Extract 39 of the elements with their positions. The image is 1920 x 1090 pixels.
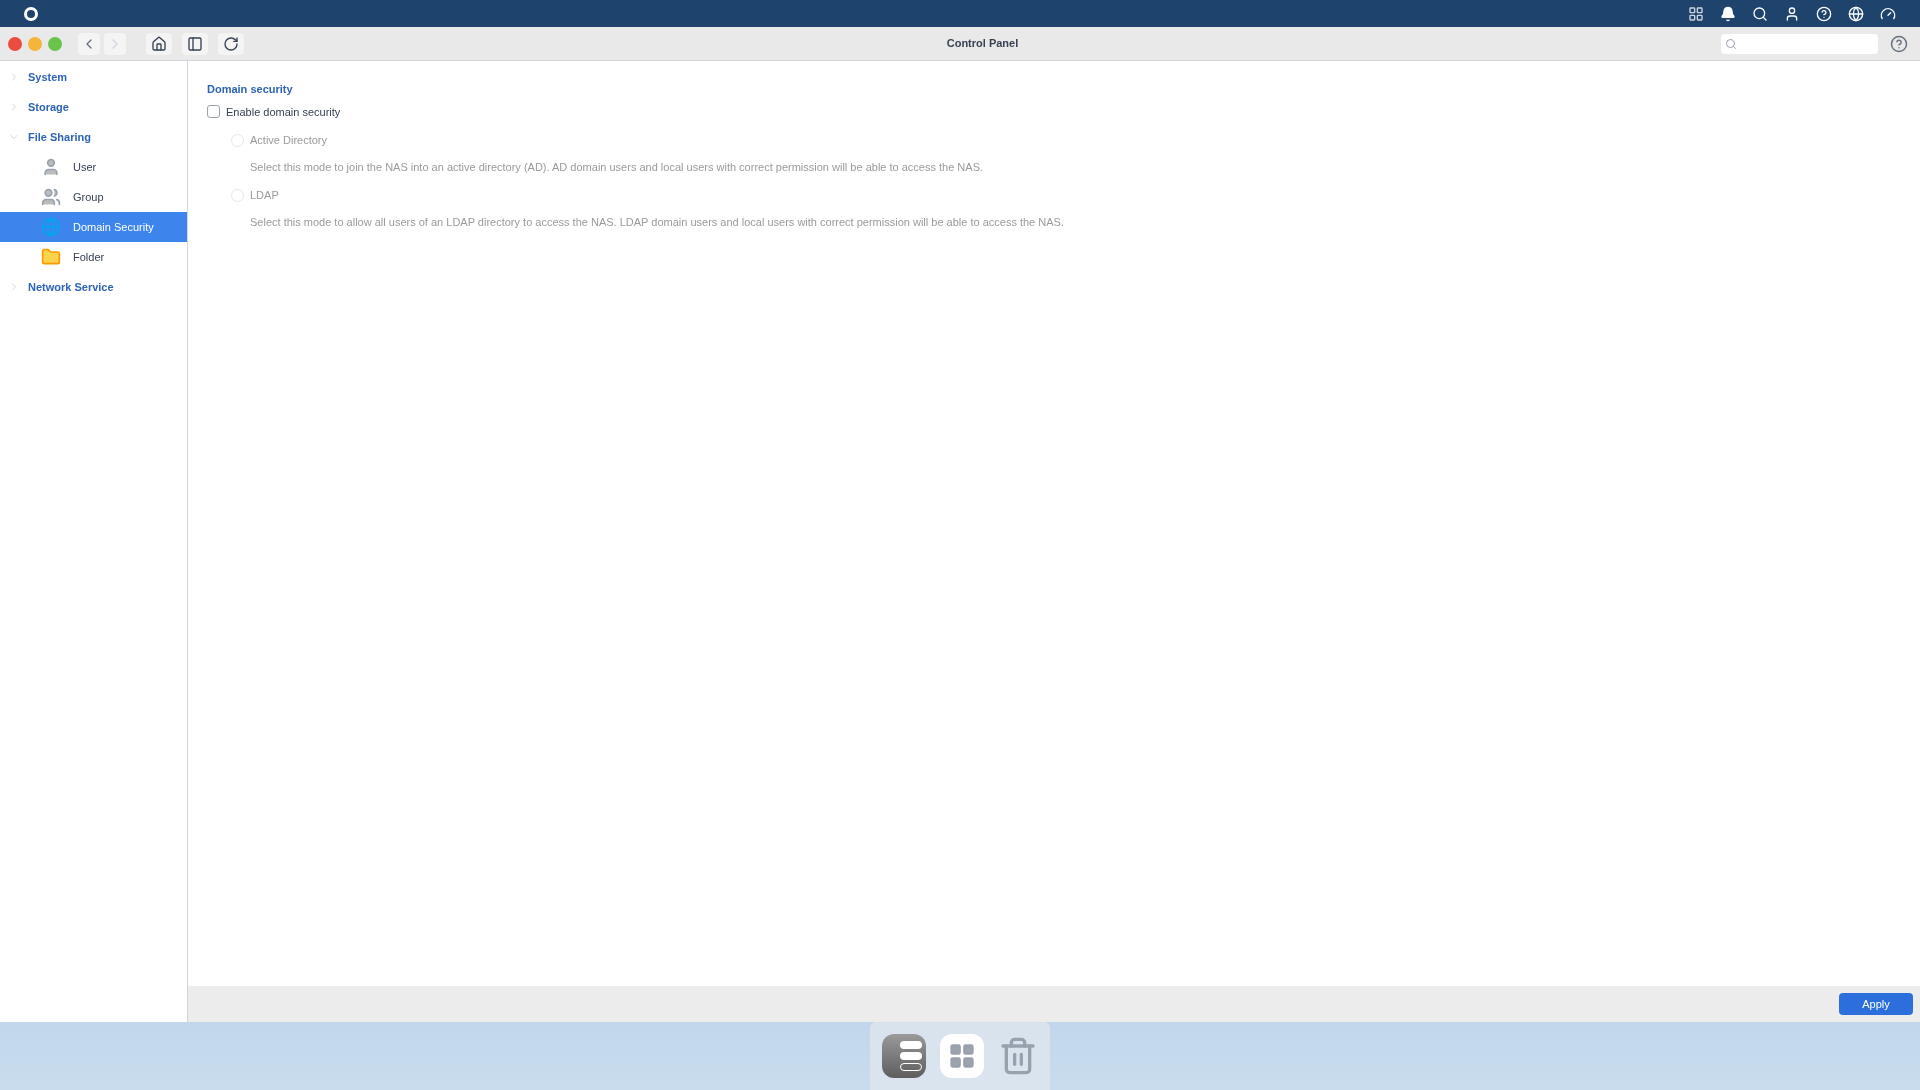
folder-icon [41, 247, 61, 267]
section-heading: Domain security [207, 82, 294, 97]
close-button[interactable] [8, 36, 22, 51]
sidebar-toggle-button[interactable] [182, 32, 208, 55]
search-icon [1725, 37, 1737, 50]
window-title: Control Panel [946, 36, 1019, 52]
sidebar-category[interactable]: System [0, 62, 187, 92]
sidebar-item[interactable]: User [0, 152, 187, 182]
refresh-button[interactable] [218, 32, 244, 55]
sidebar-item[interactable]: Domain Security [0, 212, 187, 242]
search-field[interactable] [1721, 33, 1878, 54]
mode-description: Select this mode to join the NAS into an active directory (AD). AD domain users and local users with correct permission will be able to access the NAS. [249, 159, 985, 175]
logo-icon[interactable] [24, 6, 38, 21]
globe-icon [41, 217, 61, 237]
checkbox[interactable] [207, 105, 220, 119]
apps-icon[interactable] [1688, 5, 1704, 22]
sidebar-category[interactable]: File Sharing [0, 122, 187, 152]
checkbox-label: Enable domain security [226, 104, 341, 120]
app-grid-icon[interactable] [940, 1034, 984, 1078]
people-icon [41, 187, 61, 207]
sidebar-category[interactable]: Storage [0, 92, 187, 122]
person-icon [41, 157, 61, 177]
home-button[interactable] [146, 32, 172, 55]
apply-button[interactable]: Apply [1839, 993, 1913, 1015]
refresh-icon [223, 35, 239, 52]
radio-label: LDAP [250, 188, 279, 203]
control-panel-app-icon[interactable] [882, 1034, 926, 1078]
gauge-icon[interactable] [1880, 5, 1896, 22]
user-icon[interactable] [1784, 5, 1800, 22]
notification-icon[interactable] [1720, 5, 1736, 22]
home-icon [151, 35, 167, 52]
mode-description: Select this mode to allow all users of an LDAP directory to access the NAS. LDAP domain users and local users with correct permission will be able to access the NAS. [249, 214, 1065, 230]
search-icon[interactable] [1752, 5, 1768, 22]
sidebar-item[interactable]: Group [0, 182, 187, 212]
radio-label: Active Directory [250, 133, 328, 148]
sidebar-category[interactable]: Network Service [0, 272, 187, 302]
sidebar-item[interactable]: Folder [0, 242, 187, 272]
globe-icon[interactable] [1848, 5, 1864, 22]
panel-icon [187, 35, 203, 52]
